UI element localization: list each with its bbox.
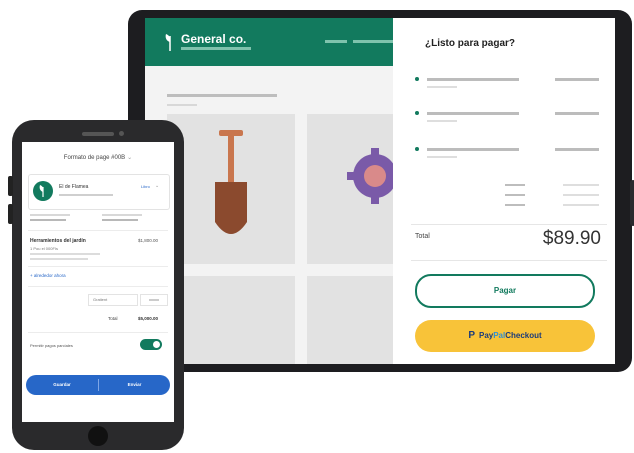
divider (28, 266, 168, 267)
nav-link-1[interactable] (325, 40, 347, 43)
product-tile-4[interactable] (307, 276, 397, 364)
checkout-panel: ¿Listo para pagar? Total $89.90 Pagar PP… (393, 18, 615, 364)
shop-header: General co. (145, 18, 393, 66)
date-value[interactable] (30, 219, 66, 221)
tablet-device: General co. ¿Listo para pagar? Total $89… (128, 10, 634, 372)
divider (28, 332, 168, 333)
summary-total-label: Total (108, 316, 118, 321)
breadcrumb (167, 94, 277, 97)
phone-home-button[interactable] (88, 426, 108, 446)
phone-screen: Formato de page #00B ⌄ El de Flamea Libro… (22, 142, 174, 422)
summary-line (505, 192, 605, 198)
breadcrumb-sub (167, 104, 197, 106)
paypal-word-pal: Pal (493, 331, 506, 340)
total-label: Total (415, 233, 430, 240)
chevron-down-icon[interactable]: ⌄ (155, 183, 159, 189)
item-name[interactable]: Herramientos del jardín (30, 238, 86, 244)
divider (28, 230, 168, 231)
summary-line (505, 182, 605, 188)
cart-row (415, 144, 605, 158)
partial-payment-label: Permitir pagos parciales (30, 343, 73, 348)
summary-total-value: $5,000.00 (138, 316, 159, 321)
send-button[interactable]: Enviar (99, 375, 170, 395)
nav-link-2[interactable] (353, 40, 393, 43)
phone-volume-button (8, 176, 13, 196)
summary-line (505, 202, 605, 208)
phone-camera (119, 131, 124, 136)
divider (411, 260, 607, 261)
item-price: $1,800.00 (138, 238, 159, 243)
add-item-button[interactable]: + alrededor ahora (30, 273, 66, 278)
paypal-word-checkout: Checkout (505, 331, 542, 340)
due-value[interactable] (102, 219, 138, 221)
divider (411, 224, 607, 225)
brand-name[interactable]: General co. (181, 32, 246, 46)
discount-select[interactable]: Gratient (88, 294, 138, 306)
merchant-logo (33, 181, 53, 201)
tablet-screen: General co. ¿Listo para pagar? Total $89… (145, 18, 615, 364)
due-label (102, 214, 142, 216)
brand-tagline (181, 47, 251, 50)
action-bar: Guardar Enviar (26, 375, 170, 395)
leaf-icon (165, 34, 171, 51)
tablet-side-button (630, 180, 634, 226)
cart-row (415, 108, 605, 122)
pay-button[interactable]: Pagar (415, 274, 595, 308)
discount-value-field[interactable] (140, 294, 168, 306)
total-amount: $89.90 (542, 228, 601, 249)
merchant-card: El de Flamea Libro ⌄ (28, 174, 170, 210)
checkout-title: ¿Listo para pagar? (425, 38, 516, 49)
phone-volume-button (8, 204, 13, 224)
phone-speaker (82, 132, 114, 136)
merchant-edit-link[interactable]: Libro (141, 184, 150, 189)
save-button[interactable]: Guardar (26, 375, 98, 395)
cart-row (415, 74, 605, 88)
leaf-icon (39, 185, 44, 197)
item-quantity: 1 Pou el 000FIs (30, 246, 59, 251)
paypal-checkout-button[interactable]: P PayPalCheckout (415, 320, 595, 352)
item-description (30, 253, 100, 255)
merchant-name: El de Flamea (59, 184, 89, 190)
paypal-icon: P (468, 330, 475, 341)
date-label (30, 214, 70, 216)
chevron-down-icon: ⌄ (127, 155, 133, 161)
merchant-email (59, 194, 113, 196)
phone-device: Formato de page #00B ⌄ El de Flamea Libro… (8, 120, 184, 450)
item-description (30, 258, 88, 260)
partial-payment-toggle[interactable] (140, 339, 162, 350)
shovel-icon (215, 130, 247, 234)
paypal-word-pay: Pay (478, 331, 494, 340)
product-tile-3[interactable] (167, 276, 295, 364)
invoice-title[interactable]: Formato de page #00B ⌄ (22, 154, 174, 161)
divider (28, 286, 168, 287)
